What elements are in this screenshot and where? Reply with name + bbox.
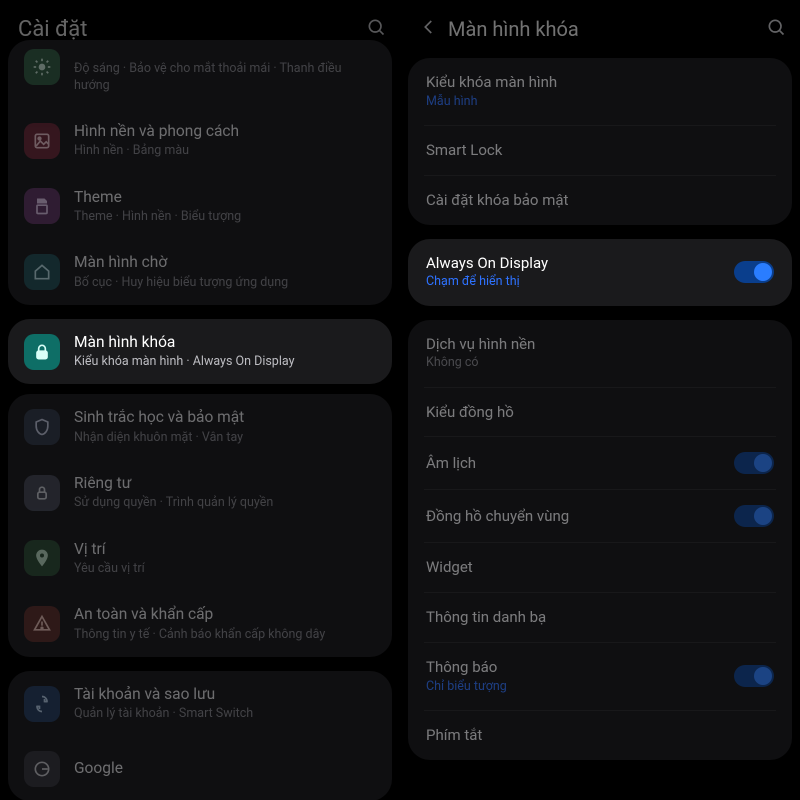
item-label: Smart Lock — [426, 141, 774, 160]
item-label: Cài đặt khóa bảo mật — [426, 191, 774, 210]
item-label: Riêng tư — [74, 474, 376, 493]
lockscreen-item-lunar[interactable]: Âm lịch — [408, 437, 792, 489]
lockscreen-item-locktype[interactable]: Kiểu khóa màn hình Mẫu hình — [408, 58, 792, 125]
aod-toggle[interactable] — [734, 261, 774, 283]
item-sublabel: Sử dụng quyền · Trình quản lý quyền — [74, 495, 376, 511]
settings-item-sos[interactable]: An toàn và khẩn cấp Thông tin y tế · Cảnh… — [8, 591, 392, 657]
item-label: Sinh trắc học và bảo mật — [74, 408, 376, 427]
item-label: Always On Display — [426, 254, 724, 273]
lock-icon — [24, 334, 60, 370]
theme-icon — [24, 188, 60, 224]
item-label: Màn hình khóa — [74, 333, 376, 352]
settings-item-home[interactable]: Màn hình chờ Bố cục · Huy hiệu biểu tượng… — [8, 239, 392, 305]
settings-item-wallpaper[interactable]: Hình nền và phong cách Hình nền · Bảng mà… — [8, 108, 392, 174]
lockscreen-item-shortcut[interactable]: Phím tắt — [408, 711, 792, 760]
item-sublabel: Độ sáng · Bảo vệ cho mắt thoải mái · Tha… — [74, 61, 376, 94]
item-sublabel: Thông tin y tế · Cảnh báo khẩn cấp không… — [74, 627, 376, 643]
item-label: Màn hình chờ — [74, 253, 376, 272]
display-icon — [24, 49, 60, 85]
notif-toggle[interactable] — [734, 665, 774, 687]
item-sublabel: Bố cục · Huy hiệu biểu tượng ứng dụng — [74, 275, 376, 291]
item-label: Đồng hồ chuyển vùng — [426, 507, 724, 526]
item-label: Âm lịch — [426, 454, 724, 473]
search-icon[interactable] — [762, 17, 786, 41]
lockscreen-item-contact[interactable]: Thông tin danh bạ — [408, 593, 792, 642]
priv-icon — [24, 475, 60, 511]
item-sublabel: Chỉ biểu tượng — [426, 679, 724, 695]
lockscreen-header: Màn hình khóa — [400, 0, 800, 58]
loc-icon — [24, 540, 60, 576]
home-icon — [24, 254, 60, 290]
item-sublabel: Hình nền · Bảng màu — [74, 143, 376, 159]
item-label: Tài khoản và sao lưu — [74, 685, 376, 704]
settings-item-lock[interactable]: Màn hình khóa Kiểu khóa màn hình · Always… — [8, 319, 392, 385]
item-sublabel: Theme · Hình nền · Biểu tượng — [74, 209, 376, 225]
settings-item-display[interactable]: Màn hìnhĐộ sáng · Bảo vệ cho mắt thoải m… — [8, 40, 392, 108]
item-sublabel: Nhận diện khuôn mặt · Vân tay — [74, 430, 376, 446]
settings-item-goog[interactable]: Google — [8, 737, 392, 800]
settings-item-loc[interactable]: Vị trí Yêu cầu vị trí — [8, 526, 392, 592]
sos-icon — [24, 606, 60, 642]
item-label: Hình nền và phong cách — [74, 122, 376, 141]
item-label: Vị trí — [74, 540, 376, 559]
settings-list: Màn hìnhĐộ sáng · Bảo vệ cho mắt thoải m… — [0, 40, 400, 800]
lockscreen-item-securelock[interactable]: Cài đặt khóa bảo mật — [408, 176, 792, 225]
item-sublabel: Chạm để hiển thị — [426, 274, 724, 290]
item-sublabel: Yêu cầu vị trí — [74, 561, 376, 577]
settings-item-bio[interactable]: Sinh trắc học và bảo mật Nhận diện khuôn … — [8, 394, 392, 460]
lockscreen-item-clockstyle[interactable]: Kiểu đồng hồ — [408, 388, 792, 437]
item-label: Phím tắt — [426, 726, 774, 745]
search-icon[interactable] — [362, 17, 386, 41]
item-sublabel: Mẫu hình — [426, 94, 774, 110]
item-label: Kiểu khóa màn hình — [426, 73, 774, 92]
lockscreen-item-notif[interactable]: Thông báo Chỉ biểu tượng — [408, 643, 792, 710]
item-label: Thông báo — [426, 658, 724, 677]
acct-icon — [24, 686, 60, 722]
item-label: Thông tin danh bạ — [426, 608, 774, 627]
item-label: Google — [74, 759, 376, 778]
item-label: Kiểu đồng hồ — [426, 403, 774, 422]
page-title: Cài đặt — [18, 17, 362, 42]
wallpaper-icon — [24, 123, 60, 159]
lockscreen-pane: Màn hình khóa Kiểu khóa màn hình Mẫu hình… — [400, 0, 800, 800]
settings-pane: Cài đặt Màn hìnhĐộ sáng · Bảo vệ cho mắt… — [0, 0, 400, 800]
bio-icon — [24, 409, 60, 445]
lockscreen-item-smartlock[interactable]: Smart Lock — [408, 126, 792, 175]
lockscreen-item-widget[interactable]: Widget — [408, 543, 792, 592]
settings-item-priv[interactable]: Riêng tư Sử dụng quyền · Trình quản lý qu… — [8, 460, 392, 526]
item-label: Widget — [426, 558, 774, 577]
lockscreen-item-wallsvc[interactable]: Dịch vụ hình nềnKhông có — [408, 320, 792, 387]
item-sublabel: Kiểu khóa màn hình · Always On Display — [74, 354, 376, 370]
goog-icon — [24, 751, 60, 787]
lockscreen-item-roaming[interactable]: Đồng hồ chuyển vùng — [408, 490, 792, 542]
item-label: Theme — [74, 188, 376, 207]
item-label: Dịch vụ hình nền — [426, 335, 774, 354]
item-sublabel: Quản lý tài khoản · Smart Switch — [74, 706, 376, 722]
settings-item-acct[interactable]: Tài khoản và sao lưu Quản lý tài khoản · … — [8, 671, 392, 737]
settings-item-theme[interactable]: Theme Theme · Hình nền · Biểu tượng — [8, 174, 392, 240]
item-label: An toàn và khẩn cấp — [74, 605, 376, 624]
lockscreen-item-aod[interactable]: Always On DisplayChạm để hiển thị — [408, 239, 792, 306]
item-sublabel: Không có — [426, 355, 774, 371]
roaming-toggle[interactable] — [734, 505, 774, 527]
lockscreen-list: Kiểu khóa màn hình Mẫu hình Smart Lock Cài … — [400, 58, 800, 760]
back-icon[interactable] — [418, 18, 440, 40]
lunar-toggle[interactable] — [734, 452, 774, 474]
page-title: Màn hình khóa — [448, 17, 762, 41]
